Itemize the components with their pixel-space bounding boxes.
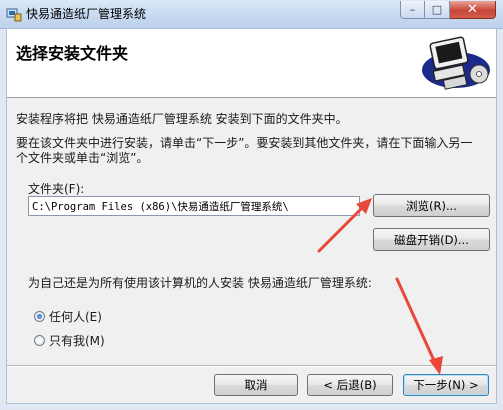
radio-everyone-indicator[interactable] — [34, 311, 45, 322]
browse-button[interactable]: 浏览(R)... — [373, 194, 490, 217]
folder-label: 文件夹(F): — [28, 182, 85, 196]
disk-cost-button[interactable]: 磁盘开销(D)... — [373, 228, 490, 251]
installer-app-icon — [6, 8, 22, 22]
radio-just-me[interactable]: 只有我(M) — [34, 332, 105, 349]
radio-just-me-label: 只有我(M) — [49, 334, 105, 348]
radio-everyone[interactable]: 任何人(E) — [34, 308, 102, 325]
computer-disc-icon — [422, 36, 490, 90]
next-button[interactable]: 下一步(N) > — [403, 374, 489, 396]
window-title: 快易通造纸厂管理系统 — [26, 7, 147, 21]
page-title: 选择安装文件夹 — [16, 44, 129, 63]
instruction-line-2: 个文件夹或单击“浏览”。 — [16, 151, 149, 165]
install-for-prompt: 为自己还是为所有使用该计算机的人安装 快易通造纸厂管理系统: — [28, 276, 372, 290]
radio-everyone-label: 任何人(E) — [49, 310, 102, 324]
footer-separator — [7, 365, 496, 367]
intro-text: 安装程序将把 快易通造纸厂管理系统 安装到下面的文件夹中。 — [16, 112, 348, 126]
cancel-button[interactable]: 取消 — [214, 374, 298, 396]
back-button[interactable]: < 后退(B) — [307, 374, 393, 396]
minimize-button[interactable]: – — [400, 1, 425, 19]
maximize-button[interactable]: □ — [425, 1, 450, 19]
radio-just-me-indicator[interactable] — [34, 335, 45, 346]
folder-path-input[interactable]: C:\Program Files (x86)\快易通造纸厂管理系统\ — [28, 196, 360, 216]
close-button[interactable]: ✕ — [450, 1, 496, 19]
